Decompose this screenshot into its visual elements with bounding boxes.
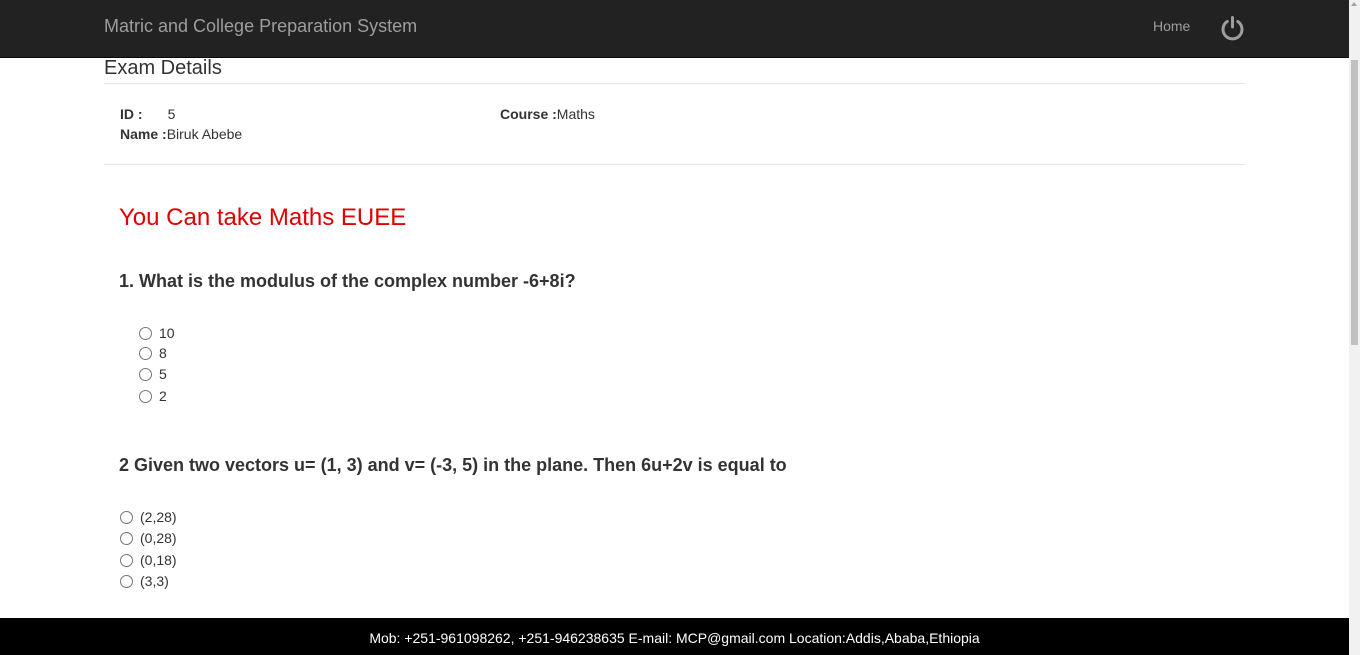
course-label: Course : (500, 106, 557, 122)
q2-option-4[interactable]: (3,3) (120, 572, 169, 590)
option-label: 8 (159, 345, 167, 361)
detail-id: ID : 5 (120, 106, 175, 122)
q2-option-3[interactable]: (0,18) (120, 551, 177, 569)
footer: Mob: +251-961098262, +251-946238635 E-ma… (0, 618, 1349, 655)
divider (104, 83, 1245, 84)
q1-option-4[interactable]: 2 (139, 387, 167, 405)
scrollbar-thumb[interactable] (1351, 60, 1358, 345)
option-label: 10 (159, 325, 175, 341)
q2-option-2[interactable]: (0,28) (120, 529, 177, 547)
vertical-scrollbar[interactable] (1349, 0, 1360, 655)
question-2-text: 2 Given two vectors u= (1, 3) and v= (-3… (119, 455, 787, 475)
radio-button[interactable] (120, 553, 133, 567)
detail-course: Course :Maths (500, 106, 595, 122)
page-title: Exam Details (104, 57, 222, 79)
course-value: Maths (556, 106, 595, 122)
radio-button[interactable] (139, 326, 152, 340)
option-label: (2,28) (140, 509, 177, 525)
radio-button[interactable] (120, 574, 133, 588)
name-label: Name : (120, 126, 167, 142)
radio-button[interactable] (139, 367, 152, 381)
power-icon[interactable] (1219, 15, 1246, 42)
id-value: 5 (167, 106, 176, 122)
option-label: 5 (159, 366, 167, 382)
top-navbar: Matric and College Preparation System Ho… (0, 0, 1349, 58)
radio-button[interactable] (139, 389, 152, 403)
brand-link[interactable]: Matric and College Preparation System (104, 16, 417, 37)
exam-notice: You Can take Maths EUEE (119, 204, 407, 231)
radio-button[interactable] (139, 346, 152, 360)
radio-button[interactable] (120, 531, 133, 545)
question-1-text: 1. What is the modulus of the complex nu… (119, 271, 576, 291)
radio-button[interactable] (120, 510, 133, 524)
option-label: (0,28) (140, 530, 177, 546)
id-label: ID : (120, 106, 143, 122)
nav-home-link[interactable]: Home (1153, 18, 1190, 34)
divider (104, 164, 1245, 165)
detail-name: Name :Biruk Abebe (120, 126, 242, 142)
option-label: (3,3) (140, 573, 169, 589)
name-value: Biruk Abebe (166, 126, 243, 142)
option-label: 2 (159, 388, 167, 404)
q1-option-2[interactable]: 8 (139, 344, 167, 362)
q2-option-1[interactable]: (2,28) (120, 508, 177, 526)
footer-contact-text: Mob: +251-961098262, +251-946238635 E-ma… (369, 630, 980, 646)
q1-option-3[interactable]: 5 (139, 365, 167, 383)
option-label: (0,18) (140, 552, 177, 568)
scroll-up-arrow-icon[interactable] (1351, 2, 1357, 6)
q1-option-1[interactable]: 10 (139, 324, 175, 342)
